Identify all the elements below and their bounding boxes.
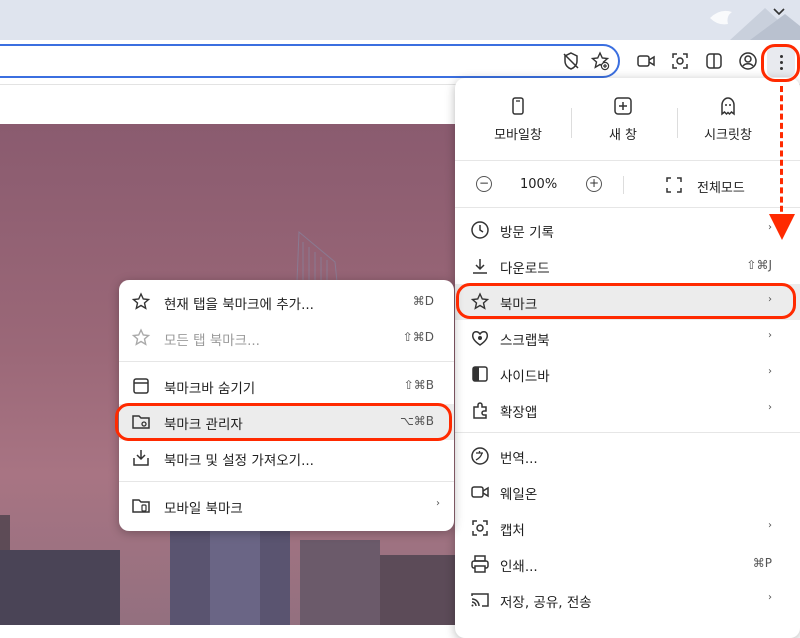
main-menu: 모바일창 새 창 시크릿창 − 100% + 전체모드 방문 기록 › 다운로드	[455, 78, 800, 638]
sidebar-icon	[472, 366, 488, 382]
menu-item-print[interactable]: 인쇄... ⌘P	[455, 546, 800, 582]
zoom-row: − 100% + 전체모드	[455, 170, 800, 200]
new-window-label: 새 창	[608, 128, 638, 143]
puzzle-icon	[473, 402, 487, 419]
capture-icon	[472, 520, 488, 536]
video-call-icon[interactable]	[635, 50, 657, 72]
menu-item-save-share-send[interactable]: 저장, 공유, 전송 ›	[455, 582, 800, 618]
fullscreen-icon	[666, 177, 682, 193]
zoom-level: 100%	[520, 177, 558, 192]
printer-icon	[471, 555, 489, 573]
tab-strip	[0, 0, 800, 40]
shortcut: ⌘P	[752, 556, 772, 570]
submenu-item-label: 북마크바 숨기기	[164, 381, 256, 397]
translate-icon	[471, 447, 489, 465]
shortcut: ⇧⌘J	[746, 258, 772, 272]
shortcut: ⌘D	[412, 294, 434, 308]
divider	[455, 207, 800, 208]
menu-item-sidebar[interactable]: 사이드바 ›	[455, 356, 800, 392]
secret-window-label: 시크릿창	[704, 128, 752, 143]
import-icon	[133, 450, 149, 466]
video-call-icon	[471, 486, 489, 498]
chevron-right-icon: ›	[768, 330, 772, 341]
zoom-in-button[interactable]: +	[586, 176, 602, 192]
menu-item-label: 캡처	[500, 523, 525, 539]
capture-icon[interactable]	[669, 50, 691, 72]
star-icon	[131, 328, 151, 346]
chevron-right-icon: ›	[768, 366, 772, 377]
clock-icon	[471, 221, 489, 239]
menu-item-label: 사이드바	[500, 369, 550, 385]
profile-icon[interactable]	[737, 50, 759, 72]
menu-item-label: 인쇄...	[500, 559, 538, 575]
menu-item-label: 저장, 공유, 전송	[500, 595, 592, 611]
scrapbook-icon	[472, 331, 488, 346]
menu-item-label: 확장앱	[500, 405, 538, 421]
annotation-arrow-head	[769, 214, 795, 240]
address-bar[interactable]	[0, 44, 620, 78]
menu-item-extensions[interactable]: 확장앱 ›	[455, 392, 800, 428]
menu-item-label: 방문 기록	[500, 225, 554, 241]
submenu-item-add-bookmark[interactable]: 현재 탭을 북마크에 추가... ⌘D	[119, 284, 454, 320]
secret-window-button[interactable]: 시크릿창	[673, 96, 783, 143]
submenu-item-label: 현재 탭을 북마크에 추가...	[164, 297, 314, 313]
download-icon	[473, 259, 487, 274]
quick-actions: 모바일창 새 창 시크릿창	[455, 78, 800, 160]
shortcut: ⇧⌘B	[403, 378, 434, 392]
submenu-item-label: 북마크 및 설정 가져오기...	[164, 453, 314, 469]
divider	[455, 432, 800, 433]
divider	[119, 481, 454, 482]
submenu-item-bookmark-all-tabs[interactable]: 모든 탭 북마크... ⇧⌘D	[119, 320, 454, 356]
menu-item-translate[interactable]: 번역...	[455, 438, 800, 474]
mobile-window-button[interactable]: 모바일창	[463, 96, 573, 143]
menu-item-history[interactable]: 방문 기록 ›	[455, 212, 800, 248]
ghost-icon	[721, 97, 735, 116]
chevron-right-icon: ›	[768, 520, 772, 531]
new-window-icon	[614, 97, 632, 115]
chevron-right-icon: ›	[768, 402, 772, 413]
menu-item-capture[interactable]: 캡처 ›	[455, 510, 800, 546]
star-add-icon[interactable]	[589, 50, 611, 72]
zoom-out-button[interactable]: −	[476, 176, 492, 192]
sidebar-icon[interactable]	[703, 50, 725, 72]
menu-item-label: 스크랩북	[500, 333, 550, 349]
menu-item-downloads[interactable]: 다운로드 ⇧⌘J	[455, 248, 800, 284]
submenu-item-mobile-bookmarks[interactable]: 모바일 북마크 ›	[119, 488, 454, 524]
star-icon	[131, 292, 151, 310]
annotation-bookmark-manager	[115, 403, 452, 441]
chevron-down-icon[interactable]	[772, 4, 786, 18]
cast-icon	[471, 593, 489, 607]
menu-item-label: 다운로드	[500, 261, 550, 277]
chevron-right-icon: ›	[436, 498, 440, 509]
menu-item-label: 번역...	[500, 451, 538, 467]
mobile-window-label: 모바일창	[494, 128, 542, 143]
annotation-arrow	[780, 86, 783, 221]
fullscreen-button[interactable]: 전체모드	[663, 170, 763, 200]
submenu-item-label: 모바일 북마크	[164, 501, 243, 517]
submenu-item-hide-bookmark-bar[interactable]: 북마크바 숨기기 ⇧⌘B	[119, 368, 454, 404]
divider	[119, 361, 454, 362]
folder-mobile-icon	[132, 499, 150, 513]
menu-item-label: 웨일온	[500, 487, 538, 503]
annotation-bookmarks	[456, 283, 796, 319]
mobile-icon	[512, 97, 524, 115]
shortcut: ⇧⌘D	[402, 330, 434, 344]
submenu-item-import-bookmarks[interactable]: 북마크 및 설정 가져오기...	[119, 440, 454, 476]
privacy-shield-icon[interactable]	[560, 50, 582, 72]
divider	[623, 176, 624, 194]
new-window-button[interactable]: 새 창	[568, 96, 678, 143]
submenu-item-label: 모든 탭 북마크...	[164, 333, 260, 349]
bookmark-bar-icon	[133, 378, 149, 394]
tower-silhouette	[296, 230, 338, 283]
divider	[455, 160, 800, 161]
menu-item-whale-on[interactable]: 웨일온	[455, 474, 800, 510]
annotation-more-button	[761, 44, 800, 82]
menu-item-scrapbook[interactable]: 스크랩북 ›	[455, 320, 800, 356]
chevron-right-icon: ›	[768, 592, 772, 603]
fullscreen-label: 전체모드	[697, 181, 745, 196]
